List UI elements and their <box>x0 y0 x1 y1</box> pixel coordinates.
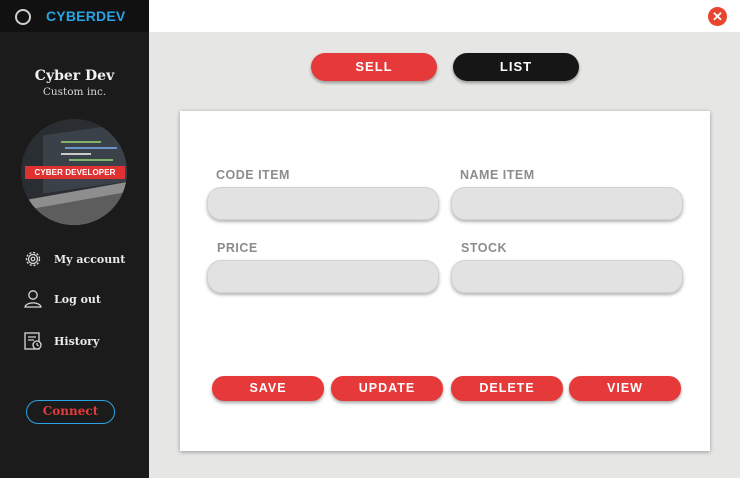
connect-button[interactable]: Connect <box>26 400 115 424</box>
price-input[interactable] <box>207 260 439 293</box>
company-name: Cyber Dev <box>34 68 115 84</box>
top-bar <box>149 0 740 32</box>
name-item-label: NAME ITEM <box>460 168 535 182</box>
sidebar-item-log-out[interactable]: Log out <box>22 288 101 310</box>
close-window-button[interactable]: ✕ <box>708 7 727 26</box>
tab-list[interactable]: LIST <box>453 53 579 81</box>
sidebar-header: CYBERDEV <box>0 0 149 32</box>
avatar-screen <box>43 122 127 194</box>
stock-label: STOCK <box>461 241 508 255</box>
name-item-input[interactable] <box>451 187 683 220</box>
app-logo-icon <box>15 9 31 25</box>
delete-button[interactable]: DELETE <box>451 376 563 401</box>
code-item-label: CODE ITEM <box>216 168 290 182</box>
user-icon <box>22 288 44 310</box>
sidebar-item-history[interactable]: History <box>22 330 99 352</box>
sidebar-item-label: My account <box>54 252 126 266</box>
tab-sell[interactable]: SELL <box>311 53 437 81</box>
avatar-badge: CYBER DEVELOPER <box>25 166 125 179</box>
app-title: CYBERDEV <box>46 8 126 24</box>
code-item-input[interactable] <box>207 187 439 220</box>
update-button[interactable]: UPDATE <box>331 376 443 401</box>
stock-input[interactable] <box>451 260 683 293</box>
sidebar-item-label: Log out <box>54 292 102 306</box>
save-button[interactable]: SAVE <box>212 376 324 401</box>
close-icon: ✕ <box>712 9 723 24</box>
sidebar-item-label: History <box>54 334 100 348</box>
company-subtitle: Custom inc. <box>42 86 107 98</box>
price-label: PRICE <box>217 241 258 255</box>
avatar: CYBER DEVELOPER <box>21 119 127 225</box>
history-icon <box>22 330 44 352</box>
view-button[interactable]: VIEW <box>569 376 681 401</box>
sidebar-item-my-account[interactable]: My account <box>22 248 125 270</box>
gear-icon <box>22 248 44 270</box>
sidebar: CYBERDEV Cyber Dev Custom inc. CYBER DEV… <box>0 0 149 478</box>
